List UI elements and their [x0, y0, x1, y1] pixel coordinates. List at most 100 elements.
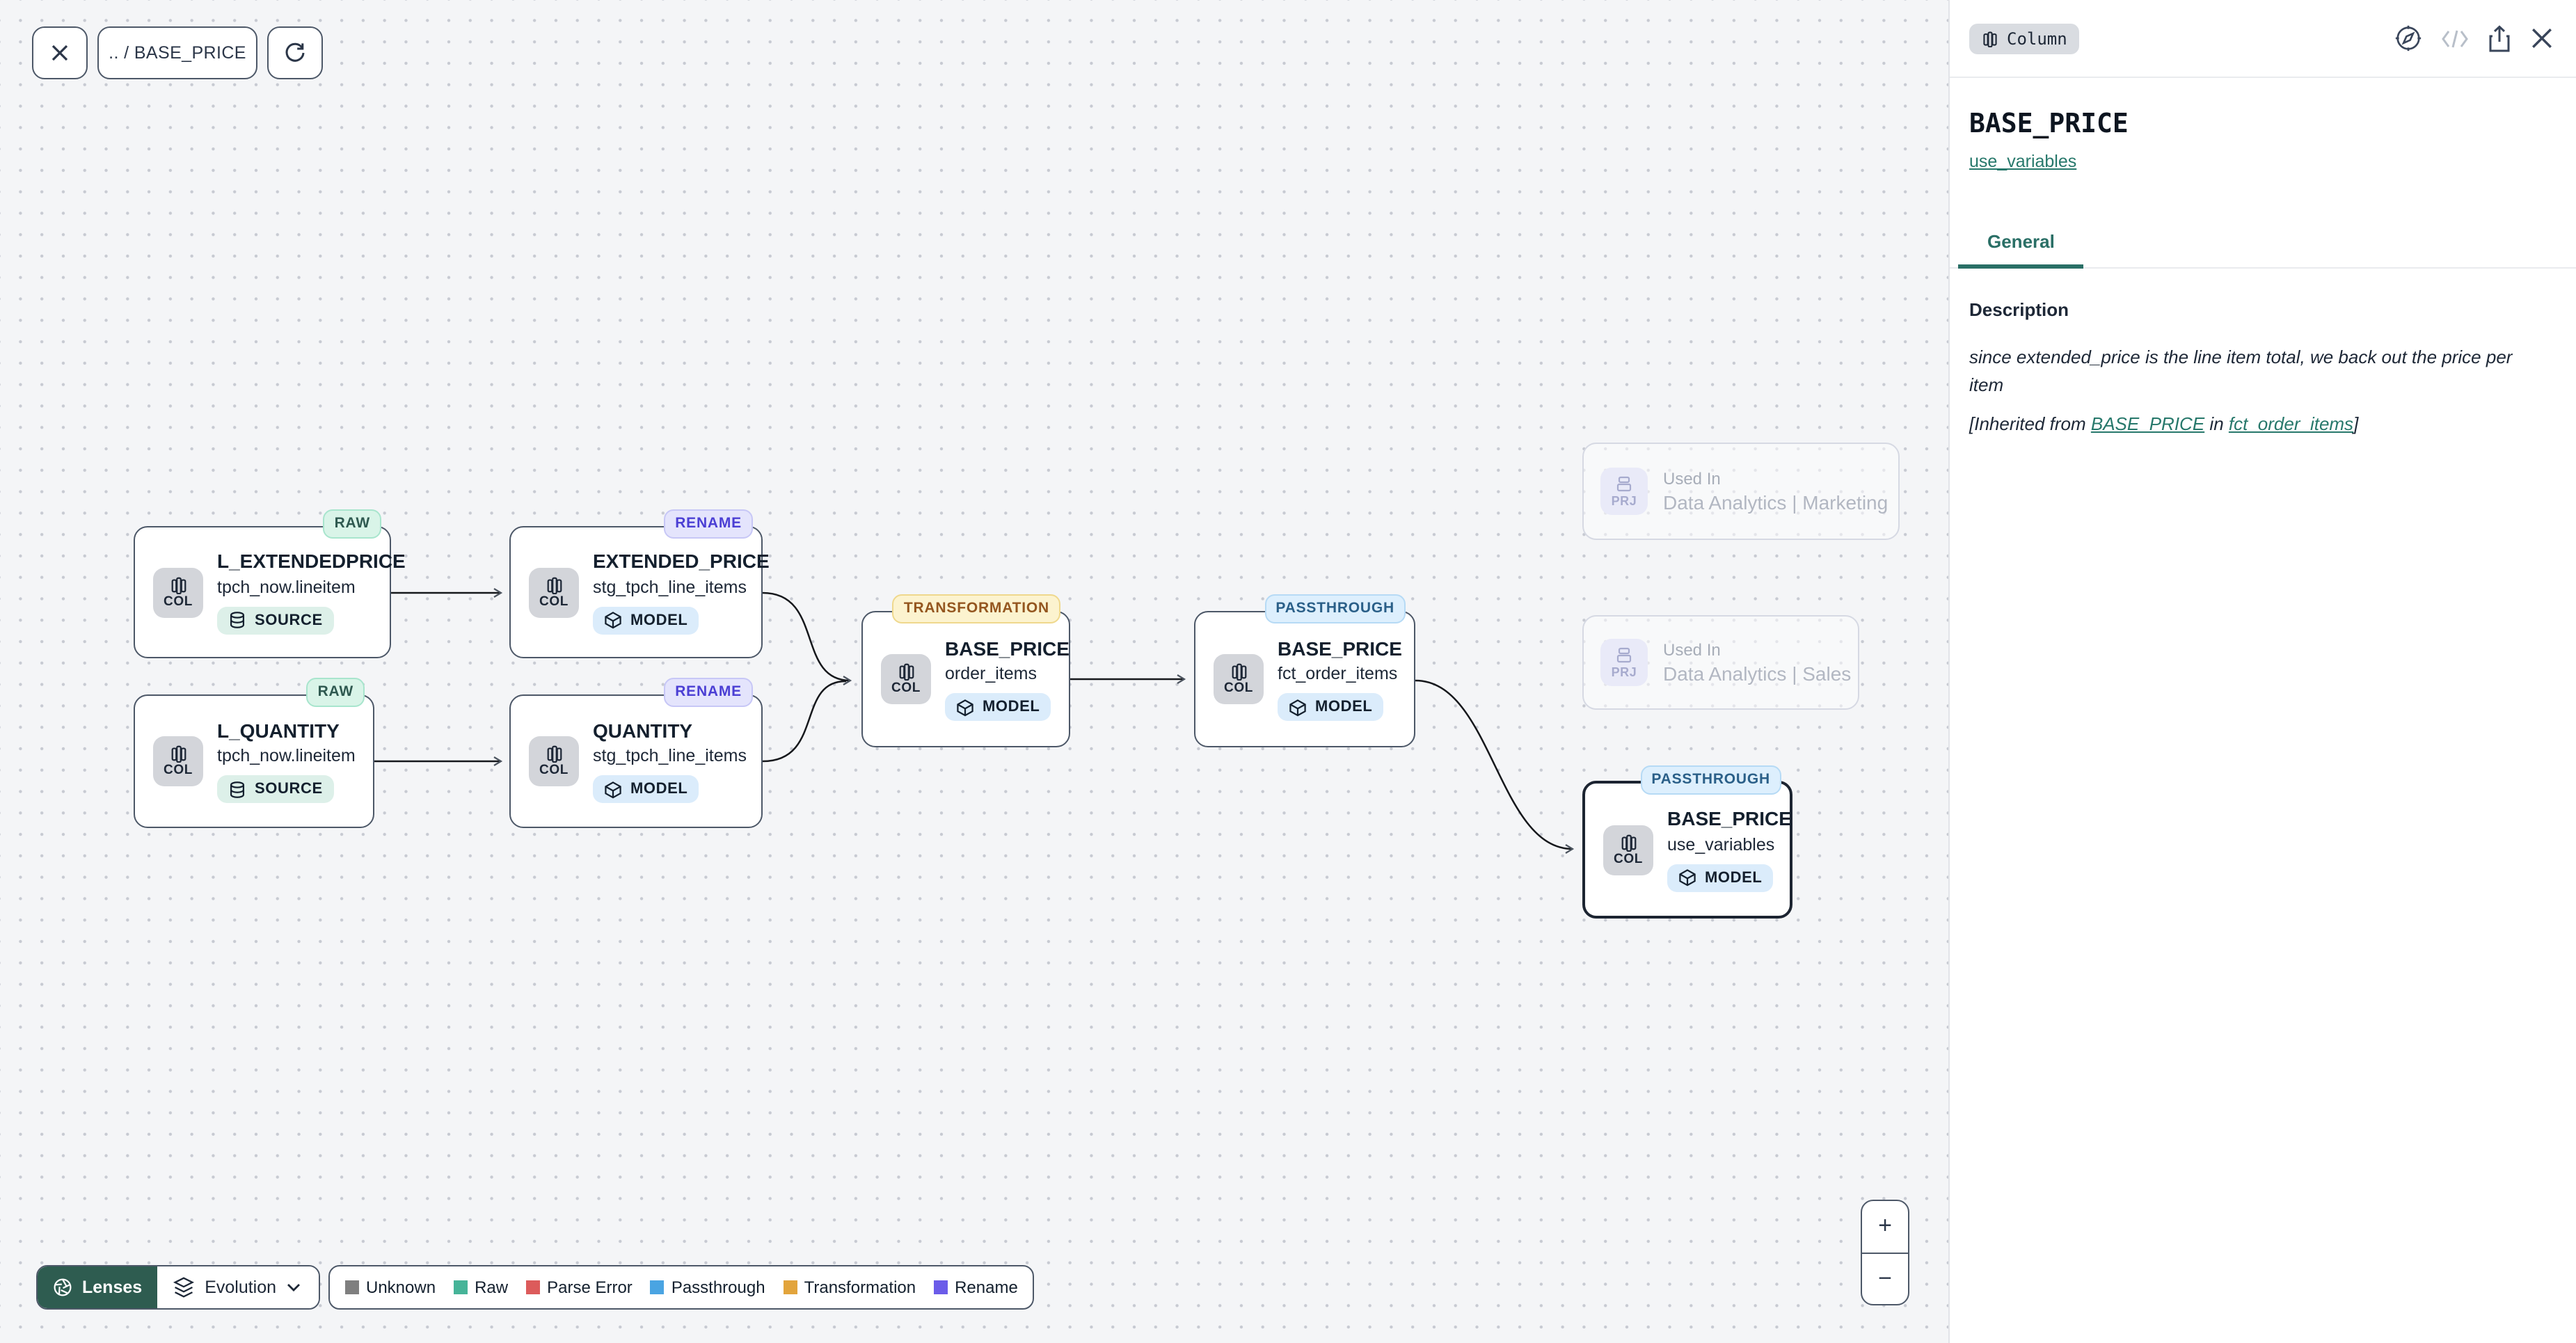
edge-kind-badge: PASSTHROUGH: [1640, 765, 1781, 795]
layers-icon: [173, 1276, 195, 1298]
edge-fctorderitems-usevariables: [1415, 681, 1573, 849]
node-base-price-fct-order-items[interactable]: PASSTHROUGH COL BASE_PRICE fct_order_ite…: [1194, 611, 1415, 747]
columns-icon: [545, 745, 563, 763]
lineage-app: .. / BASE_PRICE RAW COL L_EXTENDEDPRICE …: [0, 0, 2576, 1343]
explore-compass-button[interactable]: [2394, 24, 2423, 53]
node-base-price-order-items[interactable]: TRANSFORMATION COL BASE_PRICE order_item…: [861, 611, 1070, 747]
model-name: tpch_now.lineitem: [217, 577, 356, 596]
database-icon: [228, 611, 246, 629]
legend-item: Unknown: [345, 1278, 436, 1297]
column-name: EXTENDED_PRICE: [593, 550, 770, 573]
lenses-button[interactable]: Lenses: [38, 1266, 157, 1308]
edge-kind-badge: RENAME: [664, 678, 753, 707]
columns-icon: [897, 663, 915, 681]
lineage-canvas[interactable]: .. / BASE_PRICE RAW COL L_EXTENDEDPRICE …: [0, 0, 1948, 1343]
node-l-extendedprice[interactable]: RAW COL L_EXTENDEDPRICE tpch_now.lineite…: [134, 526, 391, 658]
column-chip: COL: [529, 736, 579, 786]
zoom-out-button[interactable]: −: [1862, 1253, 1908, 1304]
columns-icon: [1982, 30, 1998, 47]
panel-header: Column: [1950, 0, 2576, 78]
node-base-price-use-variables-selected[interactable]: PASSTHROUGH COL BASE_PRICE use_variables…: [1582, 781, 1792, 919]
source-pill: SOURCE: [217, 775, 334, 803]
column-chip: COL: [1214, 654, 1264, 704]
used-in-title: Data Analytics | Marketing: [1663, 491, 1888, 514]
cube-icon: [604, 611, 622, 629]
columns-icon: [1619, 834, 1637, 852]
tab-general[interactable]: General: [1958, 220, 2084, 269]
detail-panel: Column BASE_PRICE use_variables: [1948, 0, 2576, 1343]
panel-title: BASE_PRICE: [1969, 109, 2554, 139]
project-chip: PRJ: [1600, 639, 1648, 686]
used-in-sales[interactable]: PRJ Used In Data Analytics | Sales: [1582, 615, 1859, 710]
column-chip: COL: [153, 567, 203, 617]
project-icon: [1614, 475, 1634, 494]
used-in-marketing[interactable]: PRJ Used In Data Analytics | Marketing: [1582, 443, 1900, 540]
model-link[interactable]: use_variables: [1969, 152, 2076, 171]
legend-swatch: [784, 1280, 797, 1294]
cube-icon: [956, 698, 974, 716]
columns-icon: [545, 576, 563, 594]
legend-item: Passthrough: [651, 1278, 765, 1297]
database-icon: [228, 780, 246, 798]
lens-select[interactable]: Evolution: [157, 1266, 318, 1308]
node-l-quantity[interactable]: RAW COL L_QUANTITY tpch_now.lineitem SOU…: [134, 694, 374, 828]
column-name: BASE_PRICE: [945, 637, 1070, 660]
cube-icon: [1678, 868, 1696, 887]
breadcrumb[interactable]: .. / BASE_PRICE: [97, 26, 257, 79]
close-icon: [50, 43, 70, 63]
edge-kind-badge: PASSTHROUGH: [1264, 594, 1406, 623]
model-pill: MODEL: [1278, 693, 1383, 721]
edge-kind-badge: RENAME: [664, 509, 753, 539]
zoom-in-button[interactable]: +: [1862, 1201, 1908, 1253]
edge-extendedprice-baseprice: [763, 593, 850, 681]
cube-icon: [604, 780, 622, 798]
zoom-controls: + −: [1861, 1200, 1909, 1305]
inherited-note: [Inherited from BASE_PRICE in fct_order_…: [1969, 413, 2554, 434]
inherited-column-link[interactable]: BASE_PRICE: [2091, 413, 2204, 434]
used-in-label: Used In: [1663, 640, 1851, 660]
model-name: use_variables: [1667, 834, 1774, 854]
close-icon: [2530, 26, 2554, 50]
column-name: L_QUANTITY: [217, 720, 340, 742]
description-text: since extended_price is the line item to…: [1969, 344, 2526, 398]
node-quantity[interactable]: RENAME COL QUANTITY stg_tpch_line_items …: [509, 694, 763, 828]
entity-type-badge: Column: [1969, 23, 2080, 54]
view-code-button[interactable]: [2441, 29, 2469, 48]
legend-item: Raw: [454, 1278, 508, 1297]
model-pill: MODEL: [1667, 864, 1773, 891]
refresh-icon: [284, 42, 306, 64]
lenses-control: Lenses Evolution: [36, 1265, 319, 1310]
share-button[interactable]: [2487, 24, 2512, 52]
column-chip: COL: [1603, 825, 1653, 875]
source-pill: SOURCE: [217, 606, 334, 634]
model-name: tpch_now.lineitem: [217, 746, 356, 765]
model-pill: MODEL: [593, 775, 699, 803]
close-lineage-button[interactable]: [32, 26, 88, 79]
compass-icon: [2394, 24, 2423, 53]
edge-kind-badge: RAW: [324, 509, 381, 539]
column-chip: COL: [153, 736, 203, 786]
refresh-button[interactable]: [267, 26, 323, 79]
project-icon: [1614, 646, 1634, 665]
description-heading: Description: [1969, 299, 2554, 320]
edge-kind-badge: TRANSFORMATION: [893, 594, 1060, 623]
project-chip: PRJ: [1600, 468, 1648, 515]
close-panel-button[interactable]: [2530, 26, 2554, 50]
column-name: BASE_PRICE: [1667, 808, 1792, 830]
legend-item: Transformation: [784, 1278, 916, 1297]
model-pill: MODEL: [593, 606, 699, 634]
columns-icon: [169, 745, 187, 763]
edge-kind-badge: RAW: [307, 678, 365, 707]
legend-item: Parse Error: [526, 1278, 633, 1297]
legend-swatch: [934, 1280, 948, 1294]
column-name: BASE_PRICE: [1278, 637, 1402, 660]
share-icon: [2487, 24, 2512, 52]
legend-swatch: [345, 1280, 359, 1294]
node-extended-price[interactable]: RENAME COL EXTENDED_PRICE stg_tpch_line_…: [509, 526, 763, 658]
used-in-title: Data Analytics | Sales: [1663, 662, 1851, 685]
model-name: order_items: [945, 664, 1037, 683]
model-name: stg_tpch_line_items: [593, 746, 747, 765]
model-pill: MODEL: [945, 693, 1051, 721]
breadcrumb-label: .. / BASE_PRICE: [109, 43, 246, 63]
inherited-model-link[interactable]: fct_order_items: [2229, 413, 2353, 434]
